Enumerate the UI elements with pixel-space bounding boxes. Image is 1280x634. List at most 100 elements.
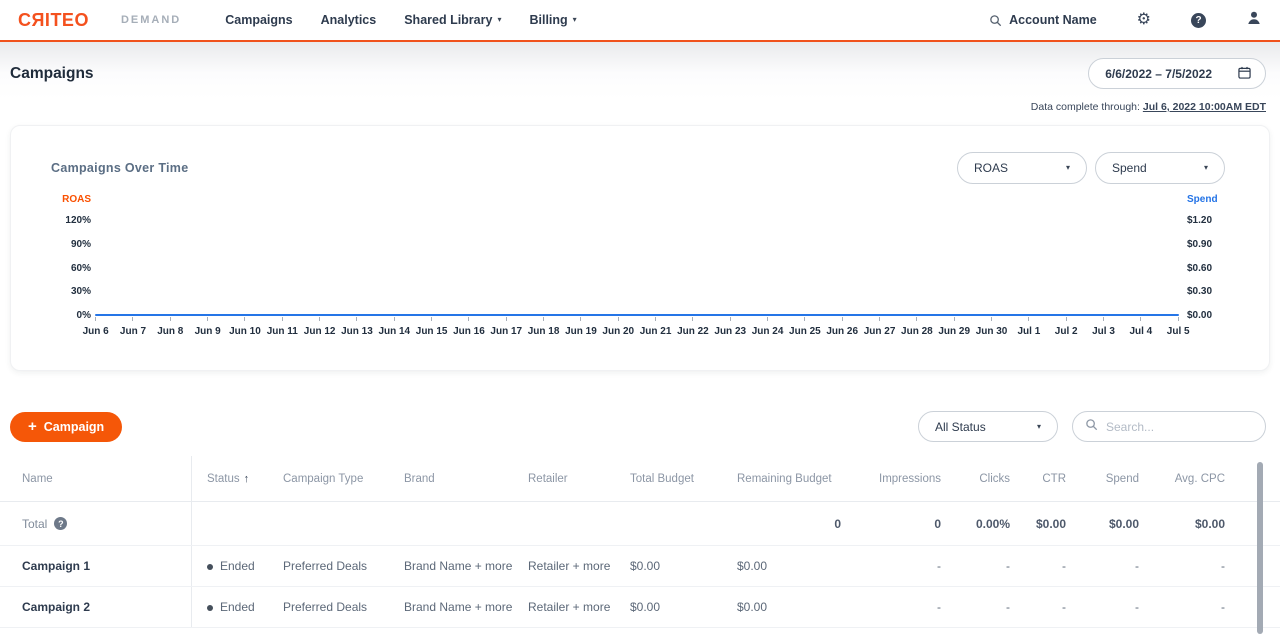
y-tick: $0.00: [1187, 310, 1229, 321]
y-tick: 120%: [49, 215, 91, 226]
total-budget-cell: $0.00: [615, 559, 722, 573]
chevron-down-icon: ▾: [573, 16, 577, 24]
brand-cell: Brand Name + more: [389, 600, 513, 614]
person-icon: [1246, 10, 1262, 31]
top-nav: CЯITEO DEMAND Campaigns Analytics Shared…: [0, 0, 1280, 42]
y-tick: $0.30: [1187, 286, 1229, 297]
campaign-name[interactable]: Campaign 2: [0, 587, 192, 627]
campaigns-over-time-card: Campaigns Over Time ROAS ▾ Spend ▾ ROAS …: [10, 125, 1270, 371]
col-header-retailer[interactable]: Retailer: [513, 473, 615, 485]
table-scrollbar[interactable]: [1257, 462, 1263, 634]
campaign-type-cell: Preferred Deals: [268, 559, 389, 573]
left-metric-select[interactable]: ROAS ▾: [957, 152, 1087, 184]
impressions-cell: -: [841, 600, 941, 614]
table-row[interactable]: Campaign 2 Ended Preferred Deals Brand N…: [0, 587, 1280, 628]
sort-up-icon: ↑: [244, 473, 250, 485]
total-spend: $0.00: [1066, 517, 1139, 531]
page-header: Campaigns 6/6/2022 – 7/5/2022: [0, 42, 1280, 99]
left-axis-title: ROAS: [49, 194, 91, 207]
y-axis-left: ROAS 120% 90% 60% 30% 0%: [49, 194, 95, 337]
table-toolbar: + Campaign All Status ▾: [10, 411, 1266, 442]
x-axis-labels: Jun 6Jun 7Jun 8Jun 9Jun 10Jun 11Jun 12Ju…: [77, 326, 1197, 337]
nav-links: Campaigns Analytics Shared Library ▾ Bil…: [225, 13, 576, 27]
right-metric-select[interactable]: Spend ▾: [1095, 152, 1225, 184]
remaining-budget-cell: $0.00: [722, 600, 841, 614]
chevron-down-icon: ▾: [1066, 164, 1070, 172]
add-campaign-button[interactable]: + Campaign: [10, 412, 122, 442]
help-button[interactable]: ?: [1191, 13, 1206, 28]
status-label: Ended: [220, 600, 255, 614]
remaining-budget-cell: $0.00: [722, 559, 841, 573]
y-axis-right: Spend $1.20 $0.90 $0.60 $0.30 $0.00: [1179, 194, 1229, 337]
total-impressions: 0: [841, 517, 941, 531]
table-row[interactable]: Campaign 1 Ended Preferred Deals Brand N…: [0, 546, 1280, 587]
col-header-name[interactable]: Name: [0, 456, 192, 501]
retailer-cell: Retailer + more: [513, 600, 615, 614]
total-avg-cpc: $0.00: [1139, 517, 1225, 531]
table-header-row: Name Status↑ Campaign Type Brand Retaile…: [0, 456, 1280, 502]
col-header-impressions[interactable]: Impressions: [841, 473, 941, 485]
right-axis-title: Spend: [1187, 194, 1229, 207]
help-icon: ?: [1191, 13, 1206, 28]
search-icon: [1085, 418, 1098, 436]
y-tick: $0.60: [1187, 263, 1229, 274]
col-header-brand[interactable]: Brand: [389, 473, 513, 485]
total-clicks: 0.00%: [941, 517, 1010, 531]
criteo-logo[interactable]: CЯITEO: [18, 10, 89, 31]
status-dot-icon: [207, 564, 213, 570]
plot-area: [95, 194, 1179, 316]
brand-cell: Brand Name + more: [389, 559, 513, 573]
nav-item-billing[interactable]: Billing ▾: [529, 13, 576, 27]
chart-area: ROAS 120% 90% 60% 30% 0% Jun 6Jun 7Jun 8…: [11, 194, 1269, 337]
total-budget-cell: $0.00: [615, 600, 722, 614]
total-label-cell: Total ?: [0, 502, 192, 545]
x-axis-ticks: [77, 317, 1197, 321]
col-header-total-budget[interactable]: Total Budget: [615, 473, 722, 485]
profile-button[interactable]: [1246, 10, 1262, 31]
nav-item-shared-library[interactable]: Shared Library ▾: [404, 13, 501, 27]
nav-item-campaigns[interactable]: Campaigns: [225, 13, 292, 27]
account-name: Account Name: [1009, 13, 1097, 27]
search-icon: [989, 14, 1002, 27]
search-input[interactable]: [1106, 420, 1236, 434]
col-header-remaining-budget[interactable]: Remaining Budget: [722, 473, 841, 485]
page-title: Campaigns: [10, 65, 94, 83]
campaign-type-cell: Preferred Deals: [268, 600, 389, 614]
nav-right: Account Name ⚙ ?: [989, 10, 1262, 31]
y-tick: $0.90: [1187, 239, 1229, 250]
spend-cell: -: [1066, 600, 1139, 614]
settings-button[interactable]: ⚙: [1137, 12, 1151, 28]
col-header-ctr[interactable]: CTR: [1010, 473, 1066, 485]
campaign-name[interactable]: Campaign 1: [0, 546, 192, 586]
retailer-cell: Retailer + more: [513, 559, 615, 573]
col-header-clicks[interactable]: Clicks: [941, 473, 1010, 485]
status-cell: Ended: [192, 559, 268, 573]
col-header-avg-cpc[interactable]: Avg. CPC: [1139, 473, 1225, 485]
total-remaining-budget: 0: [722, 517, 841, 531]
spend-line-series: [95, 314, 1179, 316]
y-tick: 90%: [49, 239, 91, 250]
chevron-down-icon: ▾: [1204, 164, 1208, 172]
status-cell: Ended: [192, 600, 268, 614]
account-switcher[interactable]: Account Name: [989, 13, 1097, 27]
nav-item-analytics[interactable]: Analytics: [321, 13, 377, 27]
status-label: Ended: [220, 559, 255, 573]
y-tick: 30%: [49, 286, 91, 297]
spend-cell: -: [1066, 559, 1139, 573]
col-header-status[interactable]: Status↑: [192, 473, 268, 485]
data-complete-note: Data complete through: Jul 6, 2022 10:00…: [14, 101, 1266, 113]
date-range-picker[interactable]: 6/6/2022 – 7/5/2022: [1088, 58, 1266, 89]
product-label: DEMAND: [121, 14, 181, 26]
help-icon[interactable]: ?: [54, 517, 67, 530]
ctr-cell: -: [1010, 559, 1066, 573]
status-filter-select[interactable]: All Status ▾: [918, 411, 1058, 442]
avg-cpc-cell: -: [1139, 559, 1225, 573]
col-header-campaign-type[interactable]: Campaign Type: [268, 473, 389, 485]
chevron-down-icon: ▾: [497, 16, 501, 24]
status-dot-icon: [207, 605, 213, 611]
clicks-cell: -: [941, 600, 1010, 614]
col-header-spend[interactable]: Spend: [1066, 473, 1139, 485]
chevron-down-icon: ▾: [1037, 423, 1041, 431]
search-box[interactable]: [1072, 411, 1266, 442]
campaigns-table: Name Status↑ Campaign Type Brand Retaile…: [0, 456, 1280, 628]
